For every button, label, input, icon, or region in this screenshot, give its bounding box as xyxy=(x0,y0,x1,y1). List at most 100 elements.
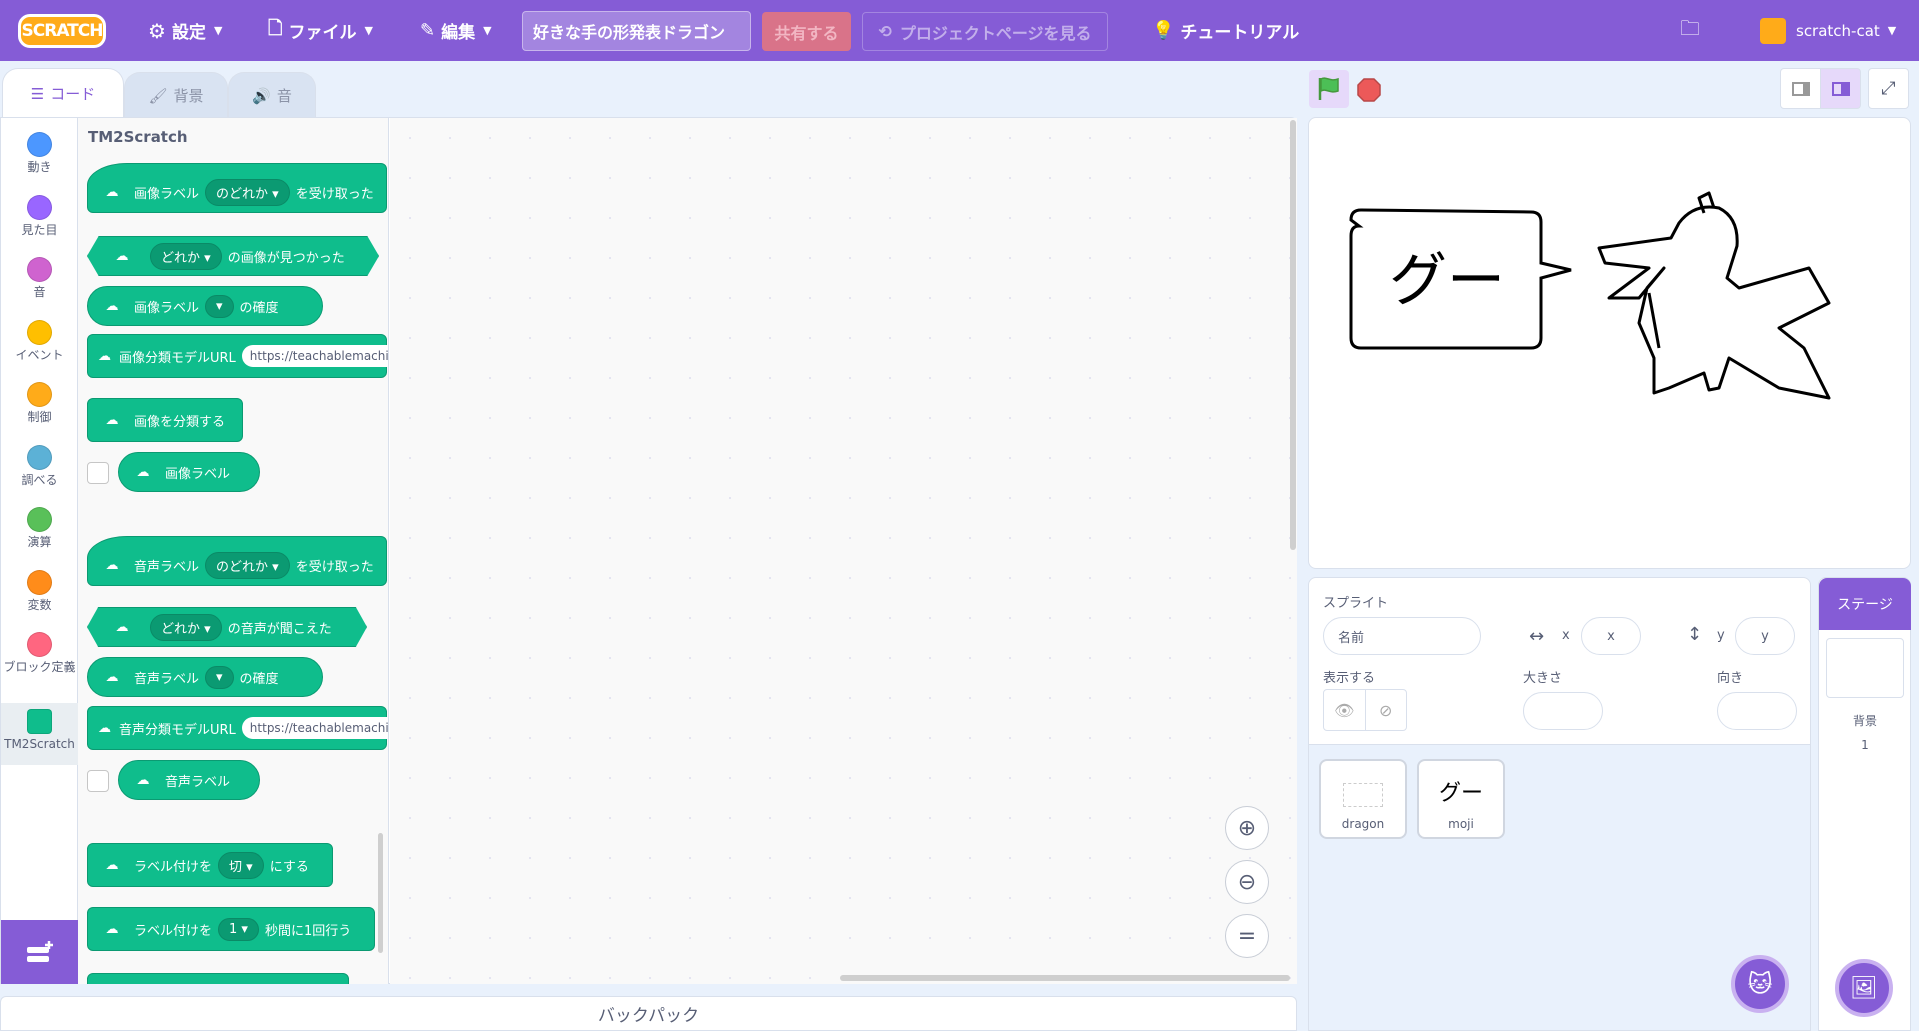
sprite-thumbnail[interactable]: dragon xyxy=(1319,759,1407,839)
label-dropdown[interactable]: どれか ▾ xyxy=(150,242,222,270)
direction-input[interactable] xyxy=(1717,692,1797,730)
label-dropdown[interactable]: どれか ▾ xyxy=(150,613,222,641)
block-sound-label-reporter[interactable]: ☁ 音声ラベル xyxy=(118,760,260,800)
account-menu[interactable]: scratch-cat ▼ xyxy=(1760,0,1896,61)
workspace-vertical-scrollbar[interactable] xyxy=(1290,120,1296,550)
block-classify-image[interactable]: ☁ 画像を分類する xyxy=(87,398,243,442)
fullscreen-button[interactable]: ⤢ xyxy=(1868,68,1909,109)
toggle-dropdown[interactable]: 切 ▾ xyxy=(218,851,264,879)
block-text: 音声ラベル xyxy=(134,671,200,687)
brush-icon: 🖌 xyxy=(148,86,168,105)
show-button[interactable]: 👁 xyxy=(1324,690,1366,730)
script-workspace[interactable] xyxy=(390,118,1297,984)
block-image-label-reporter[interactable]: ☁ 画像ラベル xyxy=(118,452,260,492)
settings-label: 設定 xyxy=(171,23,206,43)
size-input[interactable] xyxy=(1523,692,1603,730)
file-icon: 🗋 xyxy=(268,17,283,39)
stop-button[interactable] xyxy=(1357,78,1381,102)
block-sound-confidence[interactable]: ☁ 音声ラベル ▾ の確度 xyxy=(87,657,323,697)
choose-backdrop-button[interactable]: 🖼 xyxy=(1835,959,1893,1017)
x-label: x xyxy=(1562,628,1570,643)
block-text: 画像ラベル xyxy=(165,466,231,482)
url-input[interactable]: https://teachablemachine xyxy=(241,717,388,739)
choose-sprite-button[interactable]: 🐱 xyxy=(1731,955,1789,1013)
block-text: 画像ラベル xyxy=(134,300,200,316)
block-image-label-received[interactable]: ☁ 画像ラベル のどれか ▾ を受け取った xyxy=(87,163,387,213)
category-2[interactable]: 音 xyxy=(1,251,78,313)
tab-sounds[interactable]: 🔊 音 xyxy=(228,72,316,118)
category-1[interactable]: 見た目 xyxy=(1,189,78,251)
block-text: の確度 xyxy=(239,671,279,687)
block-labeling-interval[interactable]: ☁ ラベル付けを 1 ▾ 秒間に1回行う xyxy=(87,907,375,951)
my-stuff-button[interactable]: 🗀 xyxy=(1680,0,1700,61)
label-dropdown[interactable]: のどれか ▾ xyxy=(205,551,290,579)
block-image-model-url[interactable]: ☁ 画像分類モデルURL https://teachablemachine xyxy=(87,334,388,378)
zoom-reset-button[interactable]: = xyxy=(1225,914,1269,958)
settings-menu[interactable]: ⚙ 設定 ▼ xyxy=(148,0,222,61)
sprite-thumbnail[interactable]: グー moji xyxy=(1417,759,1505,839)
palette-scrollbar[interactable] xyxy=(378,833,383,953)
add-extension-button[interactable] xyxy=(1,920,78,984)
block-image-confidence[interactable]: ☁ 画像ラベル ▾ の確度 xyxy=(87,286,323,326)
show-label: 表示する xyxy=(1323,671,1376,686)
see-project-page-button[interactable]: ⟲ プロジェクトページを見る xyxy=(862,12,1108,51)
green-flag-button[interactable] xyxy=(1309,70,1349,108)
share-button[interactable]: 共有する xyxy=(762,12,851,51)
chevron-down-icon: ▼ xyxy=(213,24,223,37)
category-4[interactable]: 制御 xyxy=(1,376,78,438)
edit-label: 編集 xyxy=(441,23,476,43)
tab-code[interactable]: ☰ コード xyxy=(2,68,124,118)
sprite-image xyxy=(1343,783,1383,807)
interval-dropdown[interactable]: 1 ▾ xyxy=(218,917,259,941)
backdrops-label: 背景 xyxy=(1852,714,1877,728)
category-6[interactable]: 演算 xyxy=(1,501,78,563)
backpack[interactable]: バックパック xyxy=(0,996,1297,1031)
file-menu[interactable]: 🗋 ファイル ▼ xyxy=(268,0,373,61)
block-sound-heard[interactable]: ☁ どれか ▾ の音声が聞こえた xyxy=(87,607,367,647)
stage-thumbnail[interactable] xyxy=(1826,638,1904,698)
block-sound-label-received[interactable]: ☁ 音声ラベル のどれか ▾ を受け取った xyxy=(87,536,387,586)
label-dropdown[interactable]: ▾ xyxy=(205,665,234,689)
x-arrows-icon: ↔ xyxy=(1529,626,1545,647)
small-stage-button[interactable] xyxy=(1780,68,1821,109)
label-dropdown[interactable]: ▾ xyxy=(205,294,234,318)
category-5[interactable]: 調べる xyxy=(1,439,78,501)
project-title-input[interactable]: 好きな手の形発表ドラゴン xyxy=(522,11,751,51)
hide-button[interactable]: ⊘ xyxy=(1366,690,1407,730)
block-text: ラベル付けを xyxy=(134,923,213,939)
sprite-name-input[interactable]: 名前 xyxy=(1323,617,1481,655)
stage-selector[interactable]: ステージ 背景 1 🖼 xyxy=(1818,577,1911,1031)
category-7[interactable]: 変数 xyxy=(1,564,78,626)
sound-label-checkbox[interactable] xyxy=(87,770,109,792)
zoom-in-button[interactable]: ⊕ xyxy=(1225,806,1269,850)
category-color-icon xyxy=(27,709,52,734)
add-extension-icon xyxy=(26,941,53,962)
block-partial[interactable] xyxy=(87,973,349,984)
category-3[interactable]: イベント xyxy=(1,314,78,376)
image-label-checkbox[interactable] xyxy=(87,462,109,484)
tutorials-button[interactable]: 💡 チュートリアル xyxy=(1152,0,1299,61)
label-dropdown[interactable]: のどれか ▾ xyxy=(205,178,290,206)
y-input[interactable]: y xyxy=(1735,617,1795,655)
url-input[interactable]: https://teachablemachine xyxy=(241,345,388,367)
workspace-horizontal-scrollbar[interactable] xyxy=(840,975,1290,981)
zoom-out-button[interactable]: ⊖ xyxy=(1225,860,1269,904)
stage-tab[interactable]: ステージ xyxy=(1819,578,1911,630)
block-text: の音声が聞こえた xyxy=(227,621,332,637)
block-sound-model-url[interactable]: ☁ 音声分類モデルURL https://teachablemachine xyxy=(87,706,388,750)
edit-menu[interactable]: ✎ 編集 ▼ xyxy=(420,0,492,61)
size-label: 大きさ xyxy=(1523,671,1563,686)
category-8[interactable]: ブロック定義 xyxy=(1,626,78,704)
tab-costumes[interactable]: 🖌 背景 xyxy=(124,72,228,118)
category-9[interactable]: TM2Scratch xyxy=(1,703,78,765)
normal-stage-button[interactable] xyxy=(1820,68,1861,109)
speaker-icon: 🔊 xyxy=(252,86,271,105)
block-labeling-toggle[interactable]: ☁ ラベル付けを 切 ▾ にする xyxy=(87,843,333,887)
block-image-found[interactable]: ☁ どれか ▾ の画像が見つかった xyxy=(87,236,379,276)
category-color-icon xyxy=(27,257,52,282)
scratch-logo[interactable]: SCRATCH xyxy=(18,14,106,48)
x-input[interactable]: x xyxy=(1581,617,1641,655)
category-0[interactable]: 動き xyxy=(1,126,78,188)
stage-canvas[interactable]: グー xyxy=(1308,117,1911,569)
sprite-list: 🐱 dragon グー moji xyxy=(1308,745,1811,1031)
